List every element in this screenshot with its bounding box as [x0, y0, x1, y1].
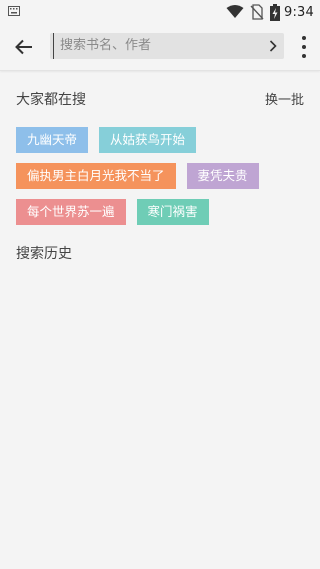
more-options-button[interactable] [298, 36, 310, 58]
hot-search-header: 大家都在搜 换一批 [0, 89, 320, 111]
back-button[interactable] [10, 34, 38, 60]
status-time: 9:34 [284, 4, 314, 20]
more-vert-icon [302, 36, 306, 40]
hot-search-tag[interactable]: 每个世界苏一遍 [16, 199, 126, 225]
no-sim-icon [250, 4, 264, 20]
status-bar: 9:34 [0, 0, 320, 24]
keyboard-icon [8, 6, 20, 16]
search-input[interactable] [53, 33, 262, 59]
refresh-batch-button[interactable]: 换一批 [265, 89, 304, 108]
wifi-icon [226, 5, 244, 18]
arrow-left-icon [15, 39, 32, 55]
status-icons: 9:34 [226, 3, 314, 21]
search-go-button[interactable] [262, 33, 284, 59]
hot-search-tag[interactable]: 寒门祸害 [136, 199, 209, 225]
hot-search-tag[interactable]: 九幽天帝 [16, 127, 89, 153]
toolbar [0, 24, 320, 71]
hot-search-tags: 九幽天帝 从姑获鸟开始偏执男主白月光我不当了 妻凭夫贵每个世界苏一遍 寒门祸害 [16, 127, 312, 235]
search-box [50, 33, 284, 59]
search-history-title: 搜索历史 [16, 246, 72, 262]
hot-search-tag[interactable]: 偏执男主白月光我不当了 [16, 163, 176, 189]
chevron-right-icon [269, 40, 277, 52]
hot-search-tag[interactable]: 妻凭夫贵 [186, 163, 259, 189]
hot-search-title: 大家都在搜 [16, 92, 86, 108]
hot-search-tag[interactable]: 从姑获鸟开始 [99, 127, 197, 153]
battery-charging-icon [270, 3, 280, 21]
